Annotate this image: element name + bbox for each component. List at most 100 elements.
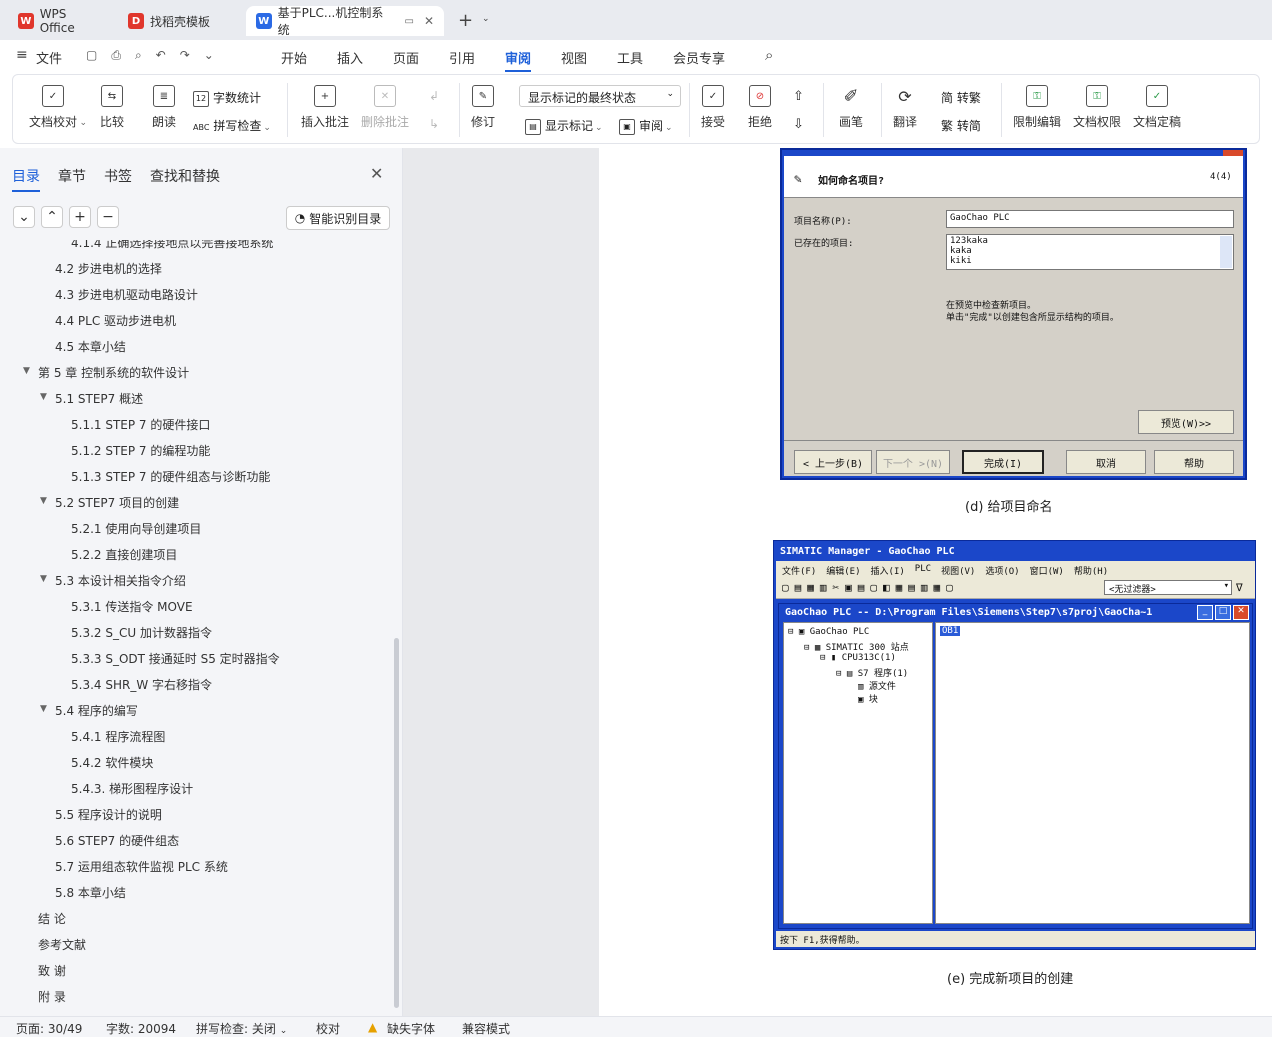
- search-icon[interactable]: ⌕: [765, 46, 773, 64]
- revise-button[interactable]: ✎ 修订: [471, 85, 495, 130]
- toc-item[interactable]: 5.2.1 使用向导创建项目: [71, 520, 201, 537]
- menu-review[interactable]: 审阅: [505, 48, 532, 72]
- toolbar-icons[interactable]: ▢▤▦▥✂▣▤▢◧▦▤▥▦▢: [782, 581, 959, 594]
- simatic-menu-item[interactable]: 文件(F): [782, 564, 816, 577]
- toc-item[interactable]: 5.2.2 直接创建项目: [71, 546, 177, 563]
- toc-item[interactable]: 结 论: [38, 910, 66, 927]
- close-icon[interactable]: ✕: [370, 164, 383, 183]
- tab-list-chevron-icon[interactable]: ⌄: [482, 14, 490, 24]
- smart-toc-button[interactable]: ◔ 智能识别目录: [286, 206, 390, 230]
- expand-triangle-icon[interactable]: ▼: [40, 392, 47, 402]
- expand-triangle-icon[interactable]: ▼: [40, 574, 47, 584]
- menu-file[interactable]: 文件: [36, 48, 62, 67]
- review-pane-button[interactable]: ▣ 审阅 ⌄: [619, 117, 673, 135]
- filter-select[interactable]: <无过滤器> ▾: [1104, 580, 1232, 595]
- pen-button[interactable]: ✐ 画笔: [839, 85, 863, 130]
- restrict-edit-button[interactable]: ⚿ 限制编辑: [1013, 85, 1061, 130]
- toc-item[interactable]: 5.7 运用组态软件监视 PLC 系统: [55, 858, 228, 875]
- close-icon[interactable]: ✕: [1233, 605, 1249, 620]
- simatic-menu-item[interactable]: PLC: [915, 564, 931, 574]
- maximize-icon[interactable]: □: [1215, 605, 1231, 620]
- toc-item[interactable]: 5.5 程序设计的说明: [55, 806, 162, 823]
- project-name-input[interactable]: GaoChao PLC: [946, 210, 1234, 228]
- insert-comment-button[interactable]: + 插入批注: [301, 85, 349, 130]
- menu-references[interactable]: 引用: [449, 48, 475, 67]
- tab-wps-office[interactable]: W WPS Office: [8, 6, 114, 36]
- tab-close-icon[interactable]: ✕: [424, 14, 434, 28]
- tab-window-icon[interactable]: ▭: [404, 16, 413, 27]
- toc-item[interactable]: 5.3.3 S_ODT 接通延时 S5 定时器指令: [71, 650, 280, 667]
- compare-button[interactable]: ⇆ 比较: [100, 85, 124, 130]
- next-comment-icon[interactable]: ↳: [429, 117, 439, 131]
- help-button[interactable]: 帮助: [1154, 450, 1234, 474]
- toc-item[interactable]: 5.4.1 程序流程图: [71, 728, 165, 745]
- toc-item[interactable]: 5.8 本章小结: [55, 884, 126, 901]
- toc-item[interactable]: 5.1 STEP7 概述: [55, 390, 143, 407]
- expand-chevron-icon[interactable]: ⌃: [41, 206, 63, 228]
- simatic-menu-item[interactable]: 插入(I): [871, 564, 905, 577]
- toc-item[interactable]: 5.1.1 STEP 7 的硬件接口: [71, 416, 210, 433]
- toc-item[interactable]: 参考文献: [38, 936, 86, 953]
- toc-item[interactable]: 5.2 STEP7 项目的创建: [55, 494, 179, 511]
- add-heading-icon[interactable]: +: [69, 206, 91, 228]
- simatic-menu-item[interactable]: 帮助(H): [1074, 564, 1108, 577]
- display-state-select[interactable]: 显示标记的最终状态 ⌄: [519, 85, 681, 107]
- tree-node-blocks[interactable]: ▣ 块: [858, 692, 878, 705]
- menu-tools[interactable]: 工具: [617, 48, 643, 67]
- next-change-icon[interactable]: ⇩: [793, 117, 804, 132]
- simatic-menu-item[interactable]: 编辑(E): [826, 564, 860, 577]
- tab-toc[interactable]: 目录: [12, 166, 40, 192]
- menu-member[interactable]: 会员专享: [673, 48, 725, 67]
- proofread-button[interactable]: ✓ 文档校对 ⌄: [29, 85, 87, 130]
- tab-chapters[interactable]: 章节: [58, 166, 86, 186]
- toc-item[interactable]: 第 5 章 控制系统的软件设计: [38, 364, 189, 381]
- simatic-menu-item[interactable]: 视图(V): [941, 564, 975, 577]
- toc-item[interactable]: 5.4.3. 梯形图程序设计: [71, 780, 193, 797]
- menu-view[interactable]: 视图: [561, 48, 587, 67]
- delete-comment-button[interactable]: ✕ 删除批注: [361, 85, 409, 130]
- tree-node-program[interactable]: ⊟ ▤ S7 程序(1): [836, 666, 908, 679]
- toc-item[interactable]: 致 谢: [38, 962, 66, 979]
- preview-button[interactable]: 预览(W)>>: [1138, 410, 1234, 434]
- toc-item[interactable]: 5.4.2 软件模块: [71, 754, 153, 771]
- new-tab-icon[interactable]: +: [458, 10, 473, 31]
- toc-item[interactable]: 5.4 程序的编写: [55, 702, 138, 719]
- show-markup-button[interactable]: ▤ 显示标记 ⌄: [525, 117, 603, 135]
- spell-check-button[interactable]: ABC 拼写检查 ⌄: [193, 117, 271, 134]
- toc-item[interactable]: 5.3.2 S_CU 加计数器指令: [71, 624, 212, 641]
- toc-item[interactable]: 4.1.4 正确选择接地点以完善接地系统: [71, 240, 273, 251]
- toc-item[interactable]: 5.1.2 STEP 7 的编程功能: [71, 442, 210, 459]
- reject-button[interactable]: ⊘ 拒绝: [748, 85, 772, 130]
- list-item[interactable]: kaka: [950, 246, 1230, 256]
- proofread-status[interactable]: 校对: [316, 1020, 340, 1037]
- read-aloud-button[interactable]: ≣ 朗读: [152, 85, 176, 130]
- to-traditional-button[interactable]: 简 转繁: [941, 89, 981, 106]
- toc-item[interactable]: 5.6 STEP7 的硬件组态: [55, 832, 179, 849]
- word-count-button[interactable]: 12 字数统计: [193, 89, 261, 107]
- translate-button[interactable]: ⟳ 翻译: [893, 85, 917, 130]
- tree-node-cpu[interactable]: ⊟ ▮ CPU313C(1): [820, 653, 896, 663]
- page-indicator[interactable]: 页面: 30/49: [16, 1020, 82, 1037]
- tab-find-replace[interactable]: 查找和替换: [150, 166, 220, 186]
- tree-node-project[interactable]: ⊟ ▣ GaoChao PLC: [788, 627, 869, 637]
- toc-item[interactable]: 4.2 步进电机的选择: [55, 260, 162, 277]
- collapse-chevron-icon[interactable]: ⌄: [13, 206, 35, 228]
- existing-projects-list[interactable]: 123kaka kaka kiki: [946, 234, 1234, 270]
- filter-icon[interactable]: ∇: [1236, 581, 1243, 594]
- finalize-button[interactable]: ✓ 文档定稿: [1133, 85, 1181, 130]
- menu-page[interactable]: 页面: [393, 48, 419, 67]
- hamburger-icon[interactable]: ≡: [16, 47, 28, 63]
- prev-comment-icon[interactable]: ↲: [429, 89, 439, 103]
- word-count[interactable]: 字数: 20094: [106, 1020, 176, 1037]
- toc-item[interactable]: 5.3.1 传送指令 MOVE: [71, 598, 193, 615]
- simatic-menu-item[interactable]: 选项(O): [985, 564, 1019, 577]
- quick-access-icons[interactable]: ▢⎙⌕↶↷⌄: [86, 48, 228, 63]
- toc-item[interactable]: 附 录: [38, 988, 66, 1005]
- prev-change-icon[interactable]: ⇧: [793, 89, 804, 104]
- permission-button[interactable]: ⚿ 文档权限: [1073, 85, 1121, 130]
- expand-triangle-icon[interactable]: ▼: [23, 366, 30, 376]
- minimize-icon[interactable]: _: [1197, 605, 1213, 620]
- missing-font-status[interactable]: 缺失字体: [387, 1020, 435, 1037]
- next-button[interactable]: 下一个 >(N): [876, 450, 950, 474]
- expand-triangle-icon[interactable]: ▼: [40, 704, 47, 714]
